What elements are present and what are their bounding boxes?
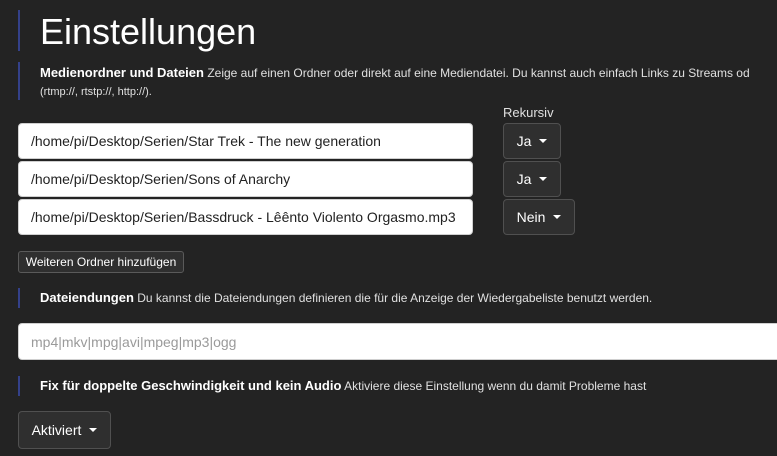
- media-path-input[interactable]: /home/pi/Desktop/Serien/Bassdruck - Lêên…: [18, 199, 473, 235]
- media-description: Zeige auf einen Ordner oder direkt auf e…: [207, 66, 750, 80]
- fix-heading: Fix für doppelte Geschwindigkeit und kei…: [40, 378, 342, 393]
- title-accent-bar: [18, 10, 20, 51]
- media-path-input[interactable]: /home/pi/Desktop/Serien/Star Trek - The …: [18, 123, 473, 159]
- page-title: Einstellungen: [40, 11, 257, 52]
- chevron-down-icon: [539, 139, 548, 143]
- media-section-header: Medienordner und Dateien Zeige auf einen…: [40, 65, 750, 80]
- media-heading: Medienordner und Dateien: [40, 65, 204, 80]
- add-folder-button[interactable]: Weiteren Ordner hinzufügen: [18, 251, 184, 273]
- recursive-dropdown-value: Ja: [516, 171, 532, 187]
- recursive-dropdown[interactable]: Ja: [503, 161, 561, 197]
- extensions-description: Du kannst die Dateiendungen definieren d…: [137, 291, 653, 305]
- fix-section-header: Fix für doppelte Geschwindigkeit und kei…: [40, 378, 646, 393]
- recursive-dropdown-value: Nein: [516, 209, 546, 225]
- fix-accent-bar: [18, 376, 20, 396]
- extensions-heading: Dateiendungen: [40, 290, 134, 305]
- recursive-label: Rekursiv: [503, 105, 554, 120]
- chevron-down-icon: [539, 177, 548, 181]
- extensions-section-header: Dateiendungen Du kannst die Dateiendunge…: [40, 290, 652, 305]
- recursive-dropdown[interactable]: Nein: [503, 199, 575, 235]
- recursive-dropdown-value: Ja: [516, 133, 532, 149]
- media-description-protocols: (rtmp://, rtstp://, http://).: [40, 86, 152, 98]
- extensions-input[interactable]: mp4|mkv|mpg|avi|mpeg|mp3|ogg: [18, 323, 777, 360]
- chevron-down-icon: [89, 428, 98, 432]
- fix-dropdown-value: Aktiviert: [31, 422, 82, 438]
- fix-description: Aktiviere diese Einstellung wenn du dami…: [344, 379, 647, 393]
- recursive-dropdown[interactable]: Ja: [503, 123, 561, 159]
- chevron-down-icon: [553, 215, 562, 219]
- media-path-input[interactable]: /home/pi/Desktop/Serien/Sons of Anarchy: [18, 161, 473, 197]
- extensions-accent-bar: [18, 288, 20, 308]
- fix-dropdown[interactable]: Aktiviert: [18, 411, 111, 449]
- media-accent-bar: [18, 62, 20, 100]
